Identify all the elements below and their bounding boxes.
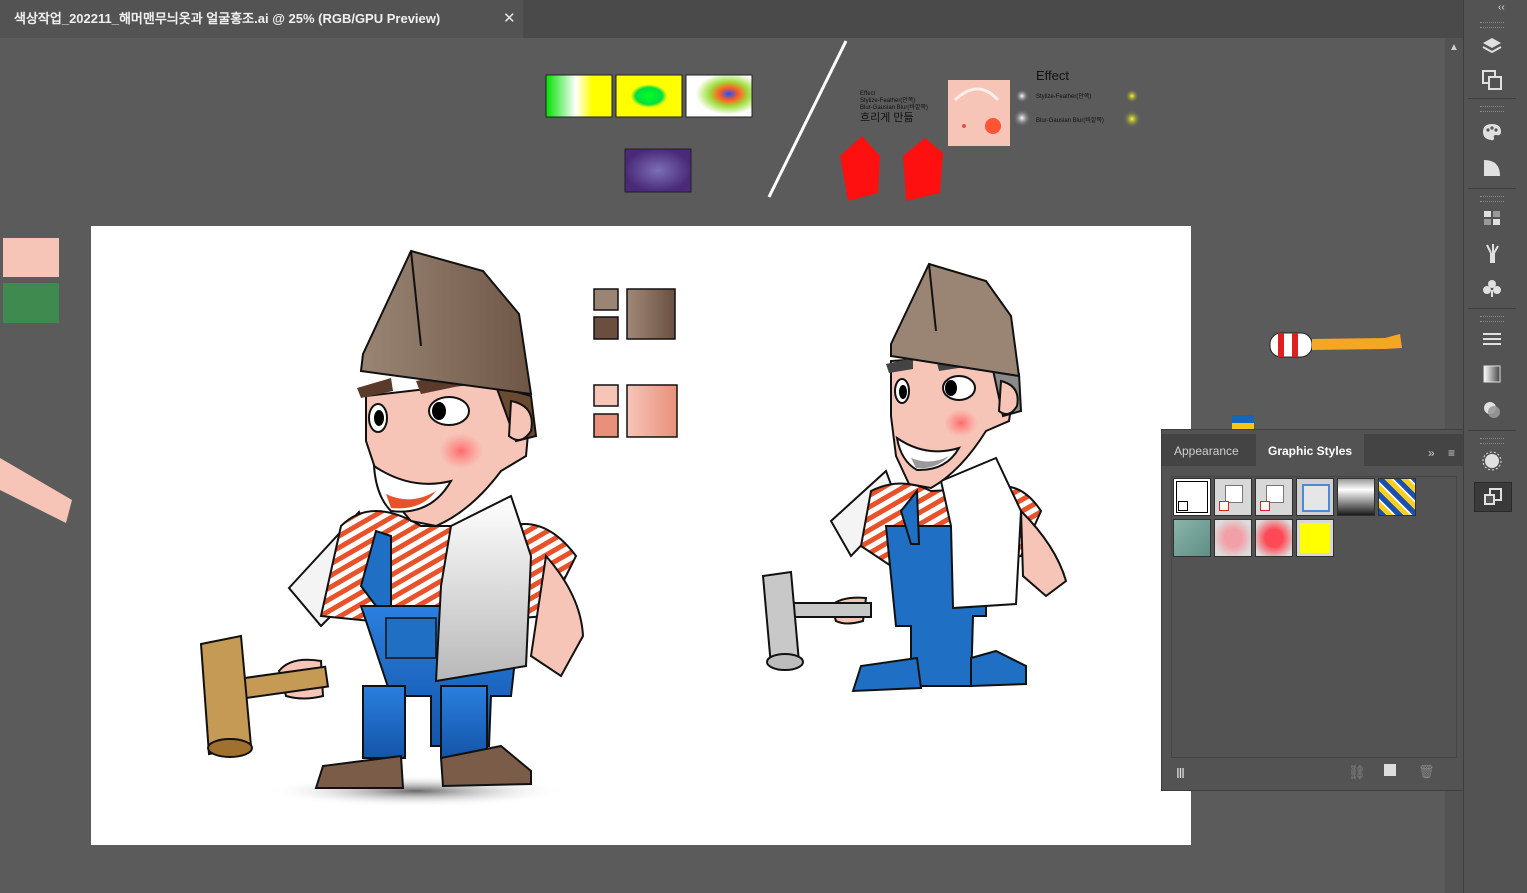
red-blur-swatch[interactable] (1255, 519, 1293, 557)
no-fill-swatch[interactable] (1255, 478, 1293, 516)
color-guide-icon[interactable] (1474, 154, 1510, 182)
stroke-icon[interactable] (1474, 325, 1510, 353)
artboard[interactable] (91, 226, 1191, 845)
graphic-styles-list (1171, 476, 1457, 758)
graphic-styles-panel: Appearance Graphic Styles » ≡ Ⅲ ⛓ 🗑 (1161, 429, 1464, 791)
document-tab-title: 색상작업_202211_해머맨무늬옷과 얼굴홍조.ai @ 25% (RGB/G… (14, 11, 441, 26)
tab-graphic-styles[interactable]: Graphic Styles (1256, 434, 1365, 468)
panel-footer: Ⅲ ⛓ 🗑 (1162, 758, 1463, 790)
transparency-icon[interactable] (1474, 396, 1510, 424)
layers-icon[interactable] (1474, 32, 1510, 60)
new-style-icon[interactable] (1384, 764, 1396, 776)
effect-note-line: Blur-Gausian Blur(바깥쪽) (860, 105, 928, 111)
pink-blur-swatch[interactable] (1214, 519, 1252, 557)
color-icon[interactable] (1474, 118, 1510, 146)
effect-heading: Effect (1036, 68, 1070, 83)
panel-controls: » ≡ (1428, 446, 1455, 460)
dock-grip[interactable] (1480, 196, 1504, 202)
artboards-icon[interactable] (1474, 66, 1510, 94)
effect-note-line: Stylize-Feather(안쪽) (860, 98, 916, 104)
document-tab-bar: 색상작업_202211_해머맨무늬옷과 얼굴홍조.ai @ 25% (RGB/G… (0, 0, 1463, 38)
expand-panel-icon[interactable]: » (1428, 446, 1435, 460)
dock-grip[interactable] (1480, 438, 1504, 444)
libraries-icon[interactable]: Ⅲ (1176, 766, 1185, 782)
no-fill-swatch[interactable] (1214, 478, 1252, 516)
swatches-icon[interactable] (1474, 204, 1510, 232)
break-link-icon[interactable]: ⛓ (1348, 764, 1366, 781)
gradient-icon[interactable] (1474, 360, 1510, 388)
effect-note-line: Effect (860, 91, 876, 97)
leaf-swatch[interactable] (1173, 519, 1211, 557)
blue-outline-swatch[interactable] (1296, 478, 1334, 516)
dock-grip[interactable] (1480, 106, 1504, 112)
panel-dock: ‹‹ (1463, 0, 1527, 893)
hammerman-illustration (199, 249, 1068, 807)
pattern-swatch[interactable] (1378, 478, 1416, 516)
yellow-swatch[interactable] (1296, 519, 1334, 557)
appearance-icon[interactable] (1474, 447, 1510, 475)
panel-tab-bar: Appearance Graphic Styles » ≡ (1162, 434, 1463, 468)
panel-menu-icon[interactable]: ≡ (1448, 446, 1455, 460)
collapse-dock-icon[interactable]: ‹‹ (1498, 2, 1505, 13)
brushes-icon[interactable] (1474, 240, 1510, 268)
legend-gausian: Blur-Gausian Blur(바깥쪽) (1036, 118, 1104, 124)
document-tab[interactable]: 색상작업_202211_해머맨무늬옷과 얼굴홍조.ai @ 25% (RGB/G… (0, 0, 523, 38)
scroll-up-icon[interactable]: ▲ (1449, 42, 1459, 53)
delete-icon[interactable]: 🗑 (1418, 764, 1435, 780)
graphic-styles-icon[interactable] (1474, 482, 1512, 512)
dock-grip[interactable] (1480, 316, 1504, 322)
gradient-swatch[interactable] (1337, 478, 1375, 516)
blur-make-label: 흐리게 만듦 (860, 112, 914, 124)
close-tab-icon[interactable]: ✕ (503, 0, 516, 38)
effect-note: Effect Stylize-Feather(안쪽) Blur-Gausian … (860, 91, 928, 124)
legend-feather: Stylize-Feather(안쪽) (1036, 94, 1092, 100)
dock-grip[interactable] (1480, 22, 1504, 28)
default-style-swatch[interactable] (1173, 478, 1211, 516)
symbols-icon[interactable] (1474, 274, 1510, 302)
tab-appearance[interactable]: Appearance (1162, 434, 1251, 466)
